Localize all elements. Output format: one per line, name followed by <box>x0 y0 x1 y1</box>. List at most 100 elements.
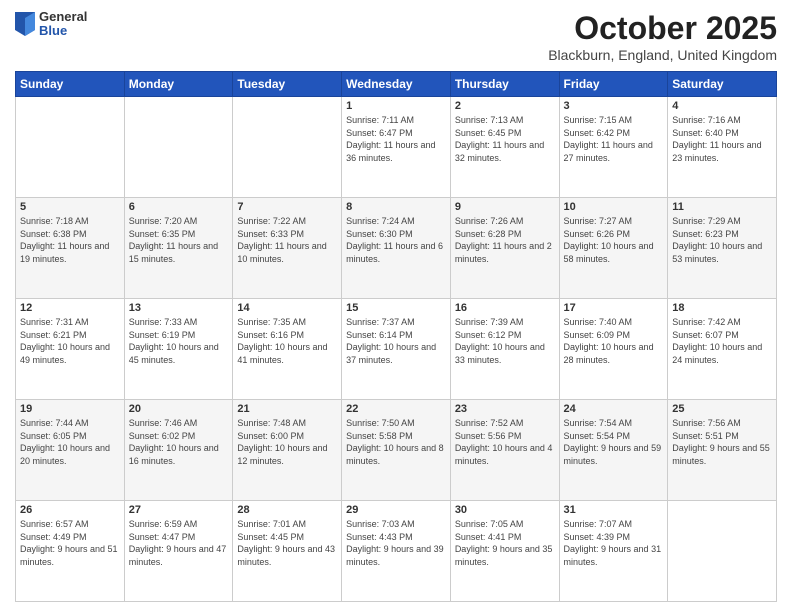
cell-4-1: 27Sunrise: 6:59 AMSunset: 4:47 PMDayligh… <box>124 501 233 602</box>
day-info: Sunrise: 7:26 AMSunset: 6:28 PMDaylight:… <box>455 215 555 265</box>
day-info: Sunrise: 7:15 AMSunset: 6:42 PMDaylight:… <box>564 114 664 164</box>
day-number: 1 <box>346 100 446 112</box>
day-info: Sunrise: 7:52 AMSunset: 5:56 PMDaylight:… <box>455 417 555 467</box>
cell-4-5: 31 Sunrise: 7:07 AMSunset: 4:39 PMDayligh… <box>559 501 668 602</box>
day-number: 15 <box>346 302 446 314</box>
day-number: 13 <box>129 302 229 314</box>
header-wednesday: Wednesday <box>342 72 451 97</box>
day-info: Sunrise: 7:22 AMSunset: 6:33 PMDaylight:… <box>237 215 337 265</box>
cell-1-3: 8 Sunrise: 7:24 AMSunset: 6:30 PMDaylight… <box>342 198 451 299</box>
header: General Blue October 2025 Blackburn, Eng… <box>15 10 777 63</box>
day-number: 3 <box>564 100 664 112</box>
day-info: Sunrise: 7:29 AMSunset: 6:23 PMDaylight:… <box>672 215 772 265</box>
day-info: Sunrise: 7:20 AMSunset: 6:35 PMDaylight:… <box>129 215 229 265</box>
day-info: Sunrise: 7:24 AMSunset: 6:30 PMDaylight:… <box>346 215 446 265</box>
header-friday: Friday <box>559 72 668 97</box>
cell-2-3: 15 Sunrise: 7:37 AMSunset: 6:14 PMDayligh… <box>342 299 451 400</box>
day-info: Sunrise: 7:50 AMSunset: 5:58 PMDaylight:… <box>346 417 446 467</box>
cell-4-2: 28 Sunrise: 7:01 AMSunset: 4:45 PMDayligh… <box>233 501 342 602</box>
day-number: 12 <box>20 302 120 314</box>
cell-1-2: 7 Sunrise: 7:22 AMSunset: 6:33 PMDaylight… <box>233 198 342 299</box>
header-sunday: Sunday <box>16 72 125 97</box>
header-saturday: Saturday <box>668 72 777 97</box>
day-info: Sunrise: 7:05 AMSunset: 4:41 PMDaylight:… <box>455 518 555 568</box>
day-number: 20 <box>129 403 229 415</box>
cell-2-4: 16 Sunrise: 7:39 AMSunset: 6:12 PMDayligh… <box>450 299 559 400</box>
day-info: Sunrise: 7:40 AMSunset: 6:09 PMDaylight:… <box>564 316 664 366</box>
day-info: Sunrise: 7:54 AMSunset: 5:54 PMDaylight:… <box>564 417 664 467</box>
header-thursday: Thursday <box>450 72 559 97</box>
cell-3-5: 24 Sunrise: 7:54 AMSunset: 5:54 PMDayligh… <box>559 400 668 501</box>
cell-4-6 <box>668 501 777 602</box>
cell-0-0 <box>16 97 125 198</box>
day-number: 18 <box>672 302 772 314</box>
day-number: 4 <box>672 100 772 112</box>
day-info: Sunrise: 7:48 AMSunset: 6:00 PMDaylight:… <box>237 417 337 467</box>
header-tuesday: Tuesday <box>233 72 342 97</box>
cell-2-6: 18 Sunrise: 7:42 AMSunset: 6:07 PMDayligh… <box>668 299 777 400</box>
cell-0-3: 1 Sunrise: 7:11 AMSunset: 6:47 PMDaylight… <box>342 97 451 198</box>
day-info: Sunrise: 7:31 AMSunset: 6:21 PMDaylight:… <box>20 316 120 366</box>
day-info: Sunrise: 7:07 AMSunset: 4:39 PMDaylight:… <box>564 518 664 568</box>
cell-4-3: 29Sunrise: 7:03 AMSunset: 4:43 PMDayligh… <box>342 501 451 602</box>
day-number: 30 <box>455 504 555 516</box>
day-number: 8 <box>346 201 446 213</box>
cell-3-2: 21 Sunrise: 7:48 AMSunset: 6:00 PMDayligh… <box>233 400 342 501</box>
cell-2-1: 13 Sunrise: 7:33 AMSunset: 6:19 PMDayligh… <box>124 299 233 400</box>
calendar-table: Sunday Monday Tuesday Wednesday Thursday… <box>15 71 777 602</box>
day-info: Sunrise: 6:57 AMSunset: 4:49 PMDaylight:… <box>20 518 120 568</box>
cell-1-0: 5Sunrise: 7:18 AMSunset: 6:38 PMDaylight… <box>16 198 125 299</box>
cell-3-3: 22 Sunrise: 7:50 AMSunset: 5:58 PMDayligh… <box>342 400 451 501</box>
day-number: 9 <box>455 201 555 213</box>
day-number: 23 <box>455 403 555 415</box>
cell-1-1: 6 Sunrise: 7:20 AMSunset: 6:35 PMDaylight… <box>124 198 233 299</box>
day-number: 6 <box>129 201 229 213</box>
day-number: 16 <box>455 302 555 314</box>
day-info: Sunrise: 7:42 AMSunset: 6:07 PMDaylight:… <box>672 316 772 366</box>
logo-general: General <box>39 10 87 24</box>
cell-2-2: 14 Sunrise: 7:35 AMSunset: 6:16 PMDayligh… <box>233 299 342 400</box>
day-info: Sunrise: 7:44 AMSunset: 6:05 PMDaylight:… <box>20 417 120 467</box>
location: Blackburn, England, United Kingdom <box>548 47 777 63</box>
header-monday: Monday <box>124 72 233 97</box>
day-info: Sunrise: 7:11 AMSunset: 6:47 PMDaylight:… <box>346 114 446 164</box>
cell-0-1 <box>124 97 233 198</box>
title-block: October 2025 Blackburn, England, United … <box>548 10 777 63</box>
cell-0-2 <box>233 97 342 198</box>
cell-3-1: 20Sunrise: 7:46 AMSunset: 6:02 PMDayligh… <box>124 400 233 501</box>
day-number: 25 <box>672 403 772 415</box>
day-info: Sunrise: 7:37 AMSunset: 6:14 PMDaylight:… <box>346 316 446 366</box>
day-number: 22 <box>346 403 446 415</box>
day-info: Sunrise: 6:59 AMSunset: 4:47 PMDaylight:… <box>129 518 229 568</box>
day-number: 24 <box>564 403 664 415</box>
day-info: Sunrise: 7:35 AMSunset: 6:16 PMDaylight:… <box>237 316 337 366</box>
day-info: Sunrise: 7:56 AMSunset: 5:51 PMDaylight:… <box>672 417 772 467</box>
week-row-1: 5Sunrise: 7:18 AMSunset: 6:38 PMDaylight… <box>16 198 777 299</box>
month-title: October 2025 <box>548 10 777 47</box>
day-info: Sunrise: 7:13 AMSunset: 6:45 PMDaylight:… <box>455 114 555 164</box>
week-row-3: 19 Sunrise: 7:44 AMSunset: 6:05 PMDayligh… <box>16 400 777 501</box>
cell-3-6: 25 Sunrise: 7:56 AMSunset: 5:51 PMDayligh… <box>668 400 777 501</box>
day-number: 19 <box>20 403 120 415</box>
day-number: 17 <box>564 302 664 314</box>
logo-icon <box>15 12 35 36</box>
day-info: Sunrise: 7:01 AMSunset: 4:45 PMDaylight:… <box>237 518 337 568</box>
cell-1-5: 10Sunrise: 7:27 AMSunset: 6:26 PMDayligh… <box>559 198 668 299</box>
day-info: Sunrise: 7:33 AMSunset: 6:19 PMDaylight:… <box>129 316 229 366</box>
day-number: 5 <box>20 201 120 213</box>
cell-3-4: 23 Sunrise: 7:52 AMSunset: 5:56 PMDayligh… <box>450 400 559 501</box>
cell-4-4: 30 Sunrise: 7:05 AMSunset: 4:41 PMDayligh… <box>450 501 559 602</box>
day-number: 31 <box>564 504 664 516</box>
cell-3-0: 19 Sunrise: 7:44 AMSunset: 6:05 PMDayligh… <box>16 400 125 501</box>
day-number: 7 <box>237 201 337 213</box>
logo: General Blue <box>15 10 87 39</box>
day-info: Sunrise: 7:39 AMSunset: 6:12 PMDaylight:… <box>455 316 555 366</box>
day-number: 29 <box>346 504 446 516</box>
day-number: 14 <box>237 302 337 314</box>
cell-0-5: 3 Sunrise: 7:15 AMSunset: 6:42 PMDaylight… <box>559 97 668 198</box>
day-number: 28 <box>237 504 337 516</box>
day-number: 10 <box>564 201 664 213</box>
cell-1-6: 11Sunrise: 7:29 AMSunset: 6:23 PMDayligh… <box>668 198 777 299</box>
day-number: 21 <box>237 403 337 415</box>
cell-4-0: 26Sunrise: 6:57 AMSunset: 4:49 PMDayligh… <box>16 501 125 602</box>
